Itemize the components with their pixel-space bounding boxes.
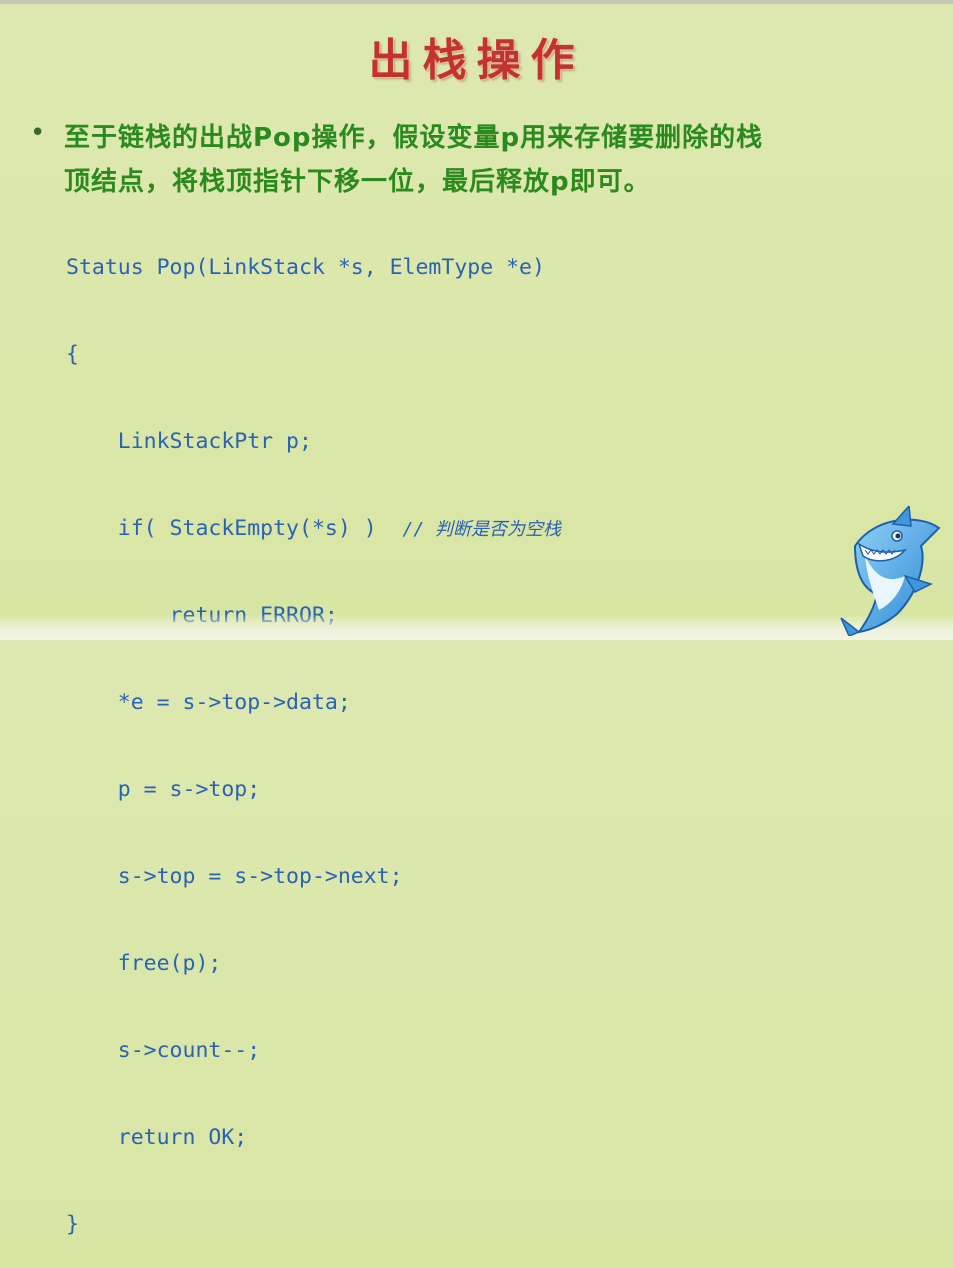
code-line: *e = s->top->data; bbox=[66, 690, 351, 715]
code-line: { bbox=[66, 342, 79, 367]
code-line: free(p); bbox=[66, 951, 222, 976]
slide-title: 出栈操作 bbox=[368, 35, 585, 86]
bullet-line-2: 顶结点，将栈顶指针下移一位，最后释放p即可。 bbox=[64, 167, 651, 197]
code-line: LinkStackPtr p; bbox=[66, 429, 312, 454]
code-line-with-comment: if( StackEmpty(*s) ) // 判断是否为空栈 bbox=[66, 510, 561, 547]
code-line: if( StackEmpty(*s) ) bbox=[66, 516, 403, 541]
code-line: s->count--; bbox=[66, 1038, 261, 1063]
slide-bottom-bar bbox=[0, 614, 953, 640]
bullet-line-1: 至于链栈的出战Pop操作，假设变量p用来存储要删除的栈 bbox=[64, 123, 764, 153]
code-line: return OK; bbox=[66, 1125, 248, 1150]
code-line: s->top = s->top->next; bbox=[66, 864, 403, 889]
code-line: Status Pop(LinkStack *s, ElemType *e) bbox=[66, 255, 545, 280]
slide-top-edge bbox=[0, 0, 953, 4]
code-comment: // 判断是否为空栈 bbox=[402, 519, 562, 540]
code-block: Status Pop(LinkStack *s, ElemType *e) { … bbox=[66, 199, 561, 1268]
code-line: p = s->top; bbox=[66, 777, 261, 802]
bullet-dot: • bbox=[30, 118, 46, 148]
bullet-paragraph: 至于链栈的出战Pop操作，假设变量p用来存储要删除的栈 顶结点，将栈顶指针下移一… bbox=[64, 116, 934, 204]
code-line: } bbox=[66, 1212, 79, 1237]
shark-mascot-icon bbox=[840, 506, 941, 636]
